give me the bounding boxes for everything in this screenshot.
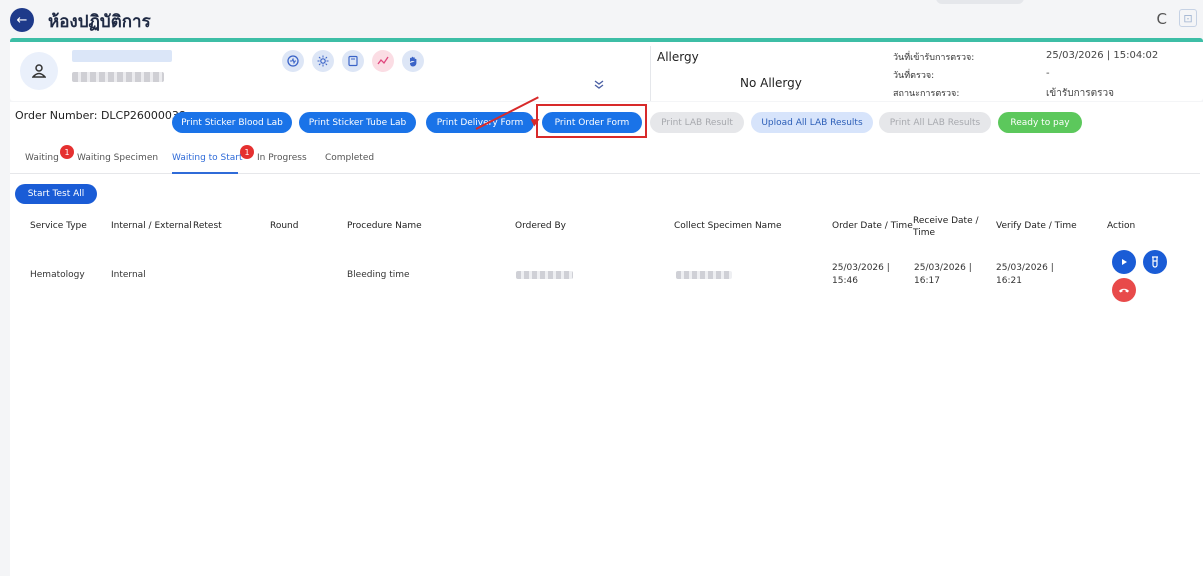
patient-id-redacted (72, 72, 164, 82)
order-number: Order Number: DLCP26000038 (15, 109, 186, 122)
order-date: 25/03/2026 | (832, 263, 890, 273)
page-title: ห้องปฏิบัติการ (48, 12, 151, 32)
verify-time: 16:21 (996, 276, 1022, 286)
tab-waiting-to-start[interactable]: Waiting to Start (172, 153, 243, 163)
specimen-tube-button[interactable] (1143, 250, 1167, 274)
print-delivery-form-button[interactable]: Print Delivery Form (426, 112, 534, 133)
document-icon[interactable] (342, 50, 364, 72)
waiting-to-start-count-badge: 1 (240, 145, 254, 159)
col-order-date: Order Date / Time (832, 221, 913, 231)
tab-completed[interactable]: Completed (325, 153, 374, 163)
receive-date-cell: 25/03/2026 | 16:17 (914, 262, 972, 288)
patient-card: Allergy No Allergy วันที่เข้ารับการตรวจ:… (10, 38, 1203, 101)
sun-icon[interactable] (312, 50, 334, 72)
tab-label: In Progress (257, 153, 307, 163)
lab-app: ← ห้องปฏิบัติการ C ⊡ Allergy No Allergy … (0, 0, 1203, 576)
exam-status-value: เข้ารับการตรวจ (1046, 88, 1114, 99)
col-internal-external: Internal / External (111, 221, 192, 231)
tab-label: Completed (325, 153, 375, 163)
patient-status-icons (282, 50, 424, 72)
procedure-name-cell: Bleeding time (347, 270, 410, 280)
exam-date-value: - (1046, 68, 1050, 79)
col-action: Action (1107, 221, 1136, 231)
verify-date-cell: 25/03/2026 | 16:21 (996, 262, 1054, 288)
divider (650, 46, 651, 101)
hand-icon[interactable] (402, 50, 424, 72)
vitals-icon[interactable] (282, 50, 304, 72)
col-collect-specimen-name: Collect Specimen Name (674, 221, 782, 231)
order-date-cell: 25/03/2026 | 15:46 (832, 262, 890, 288)
col-retest: Retest (193, 221, 222, 231)
top-bar: ← ห้องปฏิบัติการ C ⊡ (0, 0, 1203, 40)
col-round: Round (270, 221, 299, 231)
ordered-by-redacted (516, 271, 573, 279)
start-test-button[interactable] (1112, 250, 1136, 274)
order-time: 15:46 (832, 276, 858, 286)
top-status-pill (936, 0, 1024, 4)
patient-name-redacted (72, 50, 172, 62)
verify-date: 25/03/2026 | (996, 263, 1054, 273)
status-tabs: Waiting 1 Waiting Specimen Waiting to St… (10, 145, 1200, 174)
tab-label: Waiting to Start (172, 153, 243, 163)
annotation-highlight-box (536, 104, 647, 138)
allergy-label: Allergy (657, 50, 699, 64)
chevron-down-icon[interactable] (594, 78, 604, 93)
collect-specimen-redacted (676, 271, 732, 279)
receive-time: 16:17 (914, 276, 940, 286)
tab-label: Waiting Specimen (77, 153, 159, 163)
ready-to-pay-button[interactable]: Ready to pay (998, 112, 1082, 133)
trend-icon[interactable] (372, 50, 394, 72)
col-verify-date: Verify Date / Time (996, 221, 1077, 231)
upload-all-lab-results-button[interactable]: Upload All LAB Results (751, 112, 873, 133)
col-service-type: Service Type (30, 221, 87, 231)
exam-status-label: สถานะการตรวจ: (893, 89, 960, 99)
tab-label: Waiting (25, 153, 59, 163)
tube-icon (1152, 256, 1158, 268)
internal-external-cell: Internal (111, 270, 146, 280)
cancel-button[interactable] (1112, 278, 1136, 302)
start-test-all-button[interactable]: Start Test All (15, 184, 97, 204)
print-sticker-tube-lab-button[interactable]: Print Sticker Tube Lab (299, 112, 416, 133)
refresh-icon[interactable]: C (1157, 10, 1167, 28)
play-icon (1122, 259, 1127, 265)
active-tab-indicator (172, 172, 238, 174)
print-lab-result-button[interactable]: Print LAB Result (650, 112, 744, 133)
service-type-cell: Hematology (30, 270, 85, 280)
tab-in-progress[interactable]: In Progress (257, 153, 307, 163)
user-icon (20, 52, 58, 90)
arrow-left-icon: ← (16, 12, 28, 28)
col-procedure-name: Procedure Name (347, 221, 422, 231)
expand-icon[interactable]: ⊡ (1179, 9, 1197, 27)
waiting-count-badge: 1 (60, 145, 74, 159)
col-ordered-by: Ordered By (515, 221, 566, 231)
phone-hangup-icon (1119, 288, 1129, 293)
tab-waiting[interactable]: Waiting (25, 153, 59, 163)
col-receive-date: Receive Date / Time (913, 216, 979, 238)
visit-date-label: วันที่เข้ารับการตรวจ: (893, 53, 975, 63)
receive-date: 25/03/2026 | (914, 263, 972, 273)
back-button[interactable]: ← (10, 8, 34, 32)
tab-waiting-specimen[interactable]: Waiting Specimen (77, 153, 158, 163)
print-all-lab-results-button[interactable]: Print All LAB Results (879, 112, 991, 133)
allergy-value: No Allergy (740, 76, 802, 90)
exam-date-label: วันที่ตรวจ: (893, 71, 935, 81)
visit-date-value: 25/03/2026 | 15:04:02 (1046, 50, 1159, 61)
print-sticker-blood-lab-button[interactable]: Print Sticker Blood Lab (172, 112, 292, 133)
